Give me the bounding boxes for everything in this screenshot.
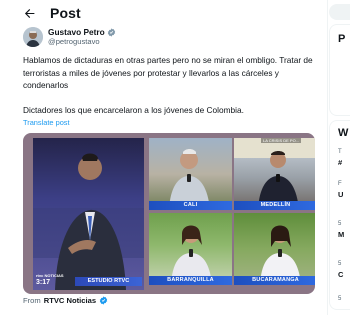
rtvc-logo: rtvc NOTICIAS [36, 272, 64, 278]
barranquilla-label: BARRANQUILLA [149, 276, 232, 285]
author-name[interactable]: Gustavo Petro [48, 27, 105, 37]
trend-item[interactable]: M [338, 230, 344, 239]
cali-label: CALI [149, 201, 232, 210]
trend-item[interactable]: # [338, 158, 342, 167]
cali-feed: CALI [149, 138, 232, 210]
verified-badge-icon [99, 296, 108, 305]
trend-context: F [338, 181, 342, 187]
sidebar-card-heading: P [338, 33, 346, 45]
medellin-label: MEDELLÍN [234, 201, 315, 210]
bucaramanga-label: BUCARAMANGA [234, 276, 315, 285]
medellin-feed: LA CRISIS DE PO... MEDELLÍN [234, 138, 315, 210]
post-column: Post Gustavo Petro @petrogustavo Hablamo… [0, 0, 328, 315]
trend-context: 5 [338, 261, 342, 267]
post-author[interactable]: Gustavo Petro @petrogustavo [23, 27, 116, 47]
search-input[interactable] [329, 4, 350, 20]
source-link[interactable]: RTVC Noticias [44, 296, 96, 305]
trend-context: T [338, 149, 342, 155]
post-media-image[interactable]: rtvc NOTICIAS 3:17 ESTUDIO RTVC CALI LA … [23, 133, 315, 294]
translate-post-link[interactable]: Translate post [23, 118, 70, 127]
page-title: Post [50, 5, 81, 21]
back-button[interactable] [22, 6, 36, 20]
trends-panel: W T # F U 5 M 5 C 5 [329, 120, 350, 310]
trend-context: 5 [338, 221, 342, 227]
post-paragraph: Hablamos de dictaduras en otras partes p… [23, 55, 313, 90]
bucaramanga-feed: BUCARAMANGA [234, 213, 315, 285]
verified-badge-icon [107, 27, 115, 37]
from-label: From [23, 296, 41, 305]
studio-anchor-image: rtvc NOTICIAS 3:17 ESTUDIO RTVC [33, 138, 144, 290]
trends-heading: W [338, 127, 349, 139]
post-paragraph: Dictadores los que encarcelaron a los jó… [23, 104, 244, 115]
studio-label: ESTUDIO RTVC [75, 277, 142, 286]
barranquilla-feed: BARRANQUILLA [149, 213, 232, 285]
sidebar-card: P [329, 24, 350, 116]
author-handle[interactable]: @petrogustavo [48, 37, 116, 47]
trend-item[interactable]: C [338, 270, 343, 279]
avatar[interactable] [23, 27, 43, 47]
media-source: From RTVC Noticias [23, 296, 108, 305]
right-sidebar: P W T # F U 5 M 5 C 5 [329, 0, 350, 315]
post-header: Post [0, 0, 327, 26]
top-banner-tag: LA CRISIS DE PO... [261, 138, 302, 143]
post-text: Hablamos de dictaduras en otras partes p… [23, 54, 323, 116]
arrow-left-icon [24, 8, 34, 18]
trend-context: 5 [338, 296, 342, 302]
trend-item[interactable]: U [338, 190, 343, 199]
clock-readout: 3:17 [36, 279, 51, 286]
